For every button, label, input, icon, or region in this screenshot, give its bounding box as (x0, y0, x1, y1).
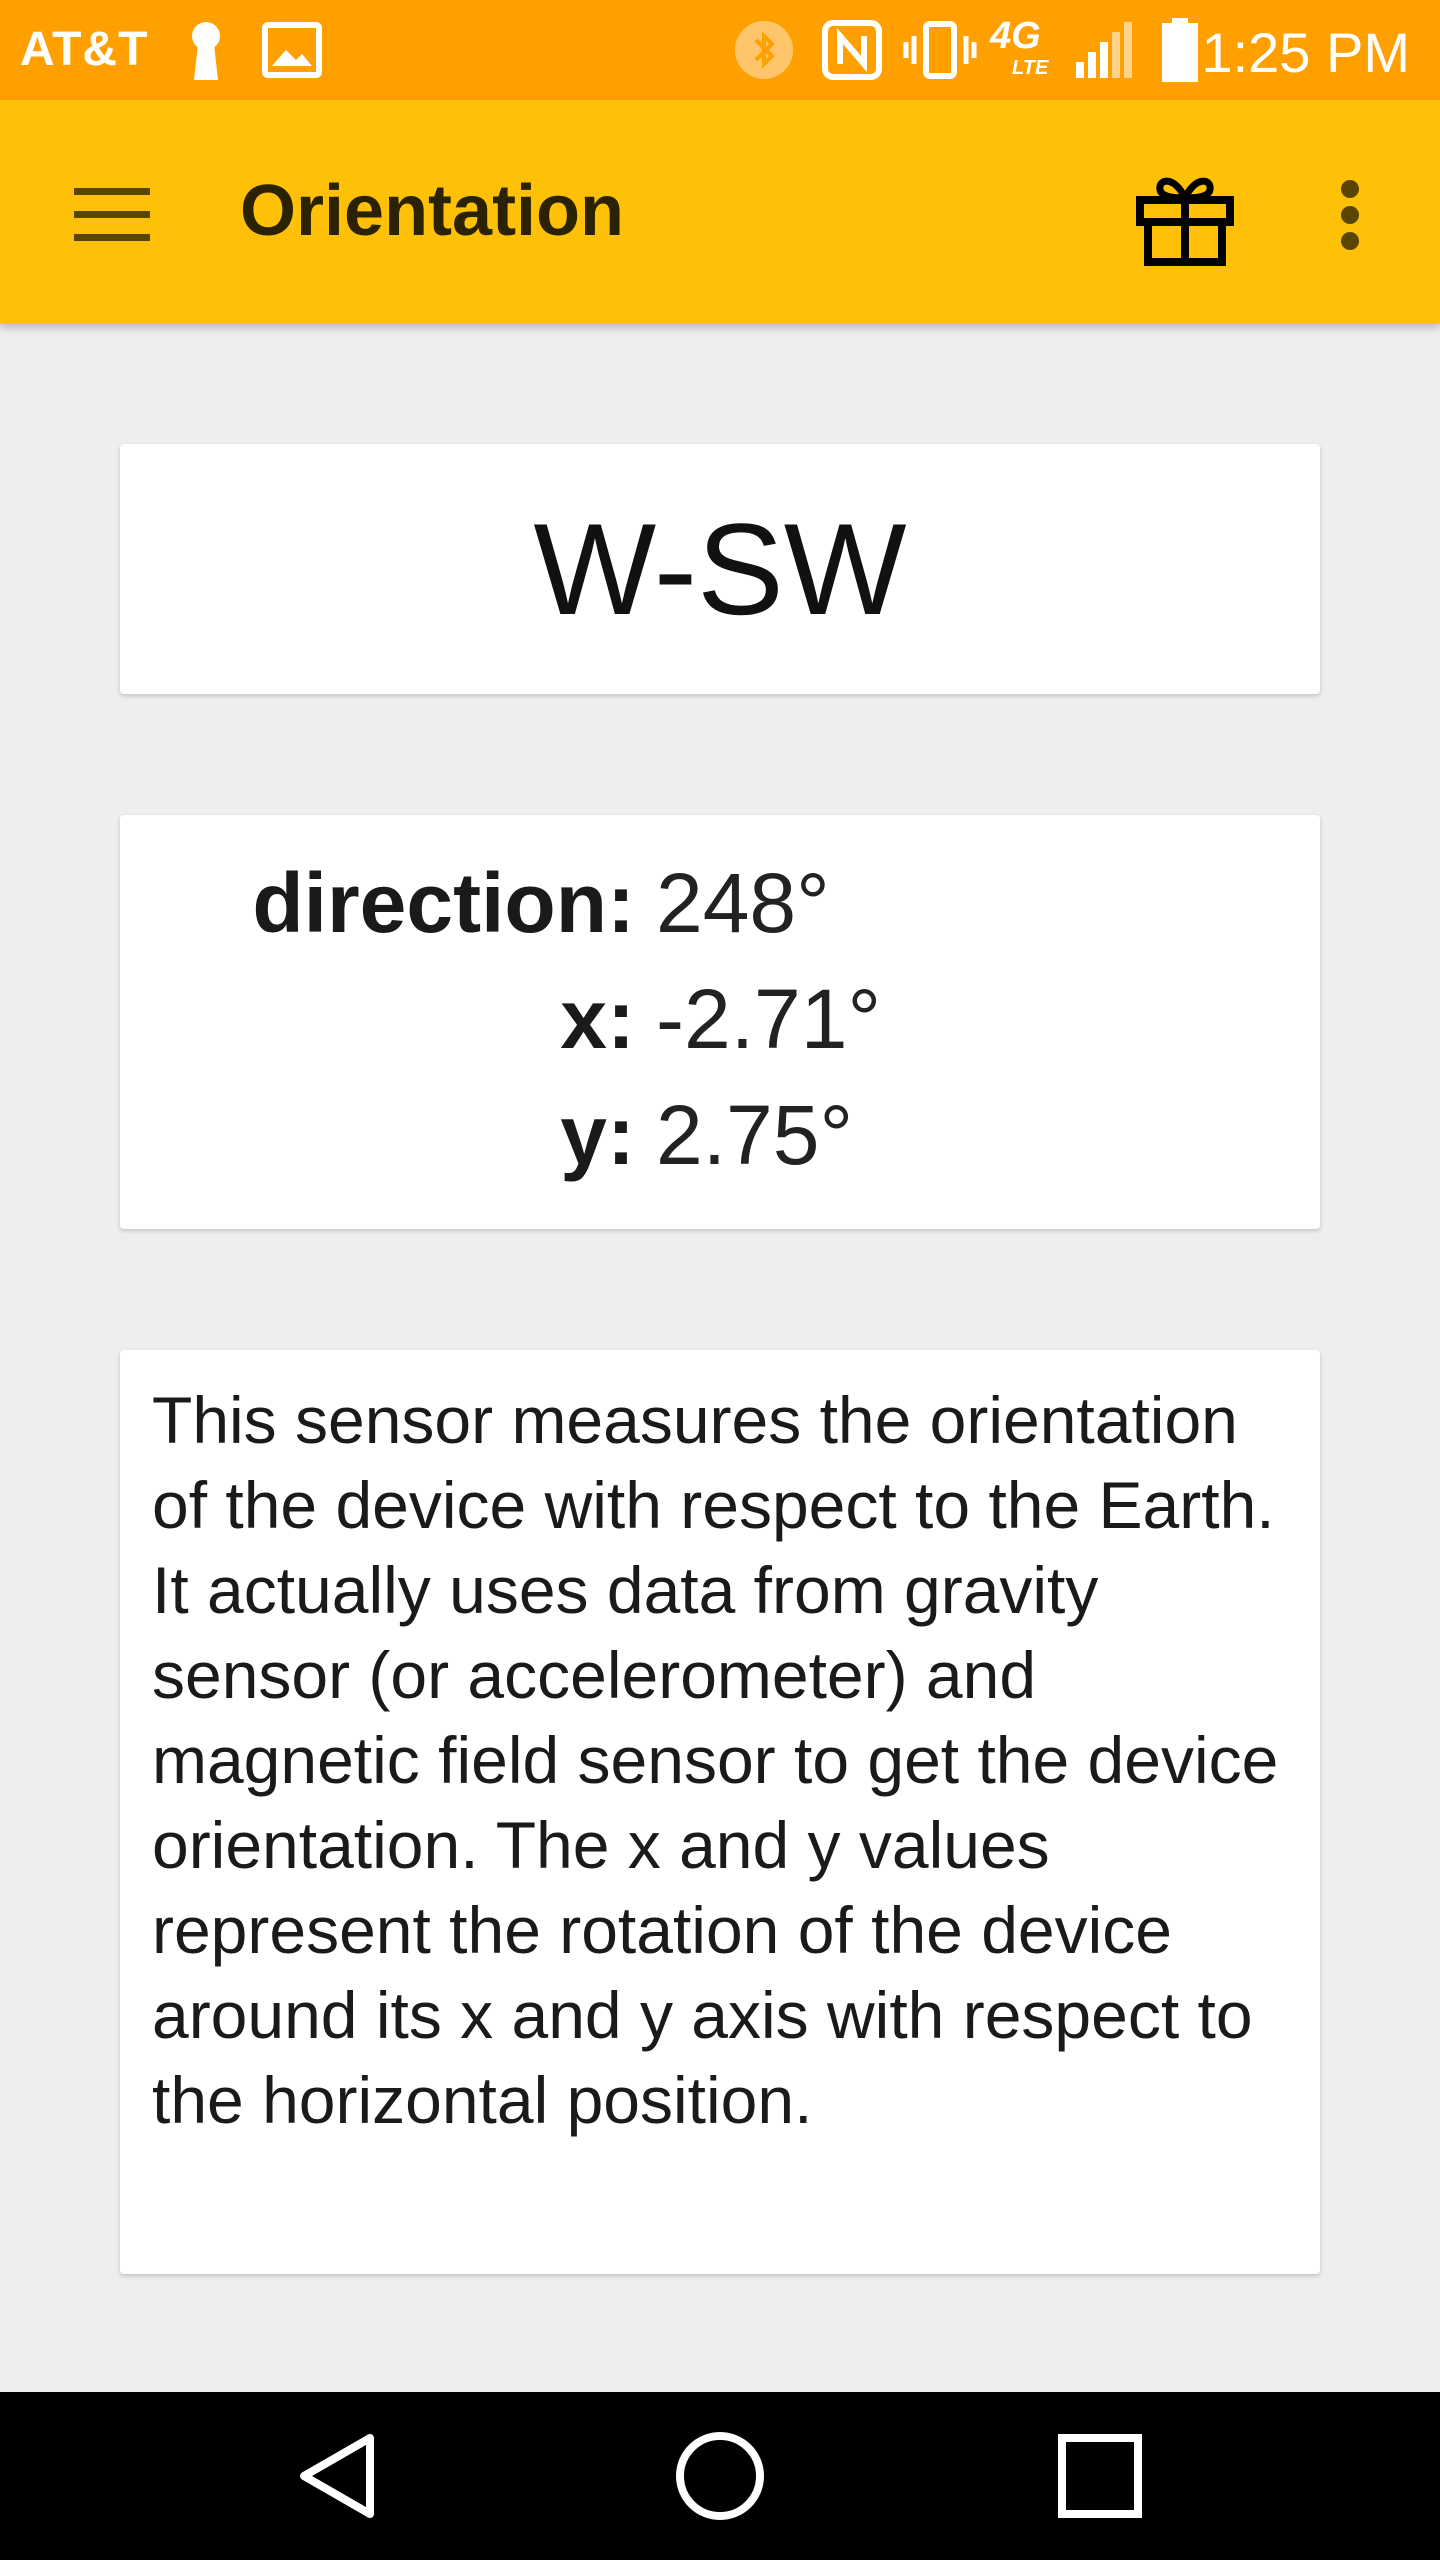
bluetooth-icon (734, 20, 794, 85)
back-button[interactable] (280, 2416, 400, 2536)
more-vert-icon (1320, 180, 1380, 274)
menu-icon (56, 188, 166, 274)
sensor-description: This sensor measures the orientation of … (152, 1383, 1279, 2137)
keyhole-icon (180, 18, 232, 87)
y-value: 2.75° (656, 1088, 854, 1182)
app-bar: Orientation (0, 100, 1440, 324)
x-label: x: (560, 972, 635, 1066)
image-icon (262, 22, 322, 83)
values-card: direction: 248° x: -2.71° y: 2.75° (120, 815, 1320, 1229)
recents-icon (1040, 2434, 1160, 2540)
status-bar: AT&T 4G LTE 1:25 PM (0, 0, 1440, 100)
x-row: x: -2.71° (120, 961, 1320, 1077)
direction-label: direction: (252, 856, 635, 950)
4g-lte-icon: 4G LTE (990, 15, 1048, 102)
carrier-label: AT&T (20, 23, 149, 76)
page-title: Orientation (240, 171, 625, 251)
gift-button[interactable] (1120, 160, 1250, 270)
vibrate-icon (900, 20, 980, 85)
direction-value: 248° (656, 856, 830, 950)
menu-button[interactable] (56, 160, 166, 270)
clock-time: 1:25 PM (1201, 21, 1410, 84)
signal-icon (1074, 22, 1134, 83)
nfc-icon (822, 20, 882, 85)
recents-button[interactable] (1040, 2416, 1160, 2536)
battery-icon (1162, 18, 1198, 87)
direction-card: W-SW (120, 444, 1320, 694)
y-label: y: (560, 1088, 635, 1182)
home-icon (660, 2432, 780, 2540)
gift-icon (1120, 177, 1250, 274)
more-options-button[interactable] (1320, 160, 1380, 270)
x-value: -2.71° (656, 972, 882, 1066)
cardinal-direction: W-SW (533, 496, 907, 642)
back-icon (280, 2434, 400, 2540)
description-card: This sensor measures the orientation of … (120, 1350, 1320, 2274)
direction-row: direction: 248° (120, 845, 1320, 961)
network-type-label: 4G (990, 15, 1041, 57)
network-sub-label: LTE (1012, 57, 1049, 79)
home-button[interactable] (660, 2416, 780, 2536)
navigation-bar (0, 2392, 1440, 2560)
y-row: y: 2.75° (120, 1077, 1320, 1193)
